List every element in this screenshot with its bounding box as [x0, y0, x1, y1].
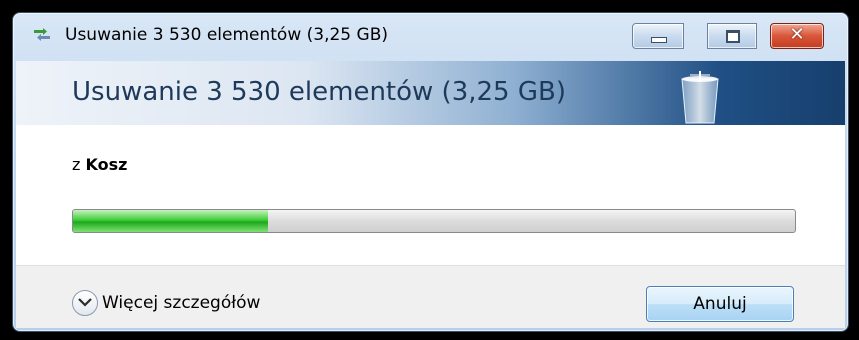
from-prefix: z — [72, 155, 81, 174]
cancel-button[interactable]: Anuluj — [646, 286, 794, 322]
dialog-footer: Więcej szczegółów Anuluj — [16, 265, 845, 328]
progress-bar — [72, 209, 796, 233]
source-folder-name: Kosz — [85, 155, 128, 174]
window-title: Usuwanie 3 530 elementów (3,25 GB) — [65, 25, 388, 45]
delete-progress-dialog: Usuwanie 3 530 elementów (3,25 GB) ✕ Usu… — [12, 12, 849, 332]
more-details-label: Więcej szczegółów — [102, 293, 261, 313]
source-location: z Kosz — [72, 155, 127, 174]
maximize-button[interactable] — [707, 23, 757, 49]
minimize-button[interactable] — [632, 23, 684, 49]
title-bar[interactable]: Usuwanie 3 530 elementów (3,25 GB) ✕ — [13, 13, 848, 59]
page-title: Usuwanie 3 530 elementów (3,25 GB) — [72, 77, 566, 107]
chevron-down-icon — [72, 290, 98, 316]
close-button[interactable]: ✕ — [770, 23, 824, 49]
dialog-content: z Kosz — [16, 125, 845, 265]
dialog-header: Usuwanie 3 530 elementów (3,25 GB) — [16, 61, 845, 125]
maximize-icon — [708, 24, 756, 48]
progress-bar-fill — [73, 210, 268, 232]
more-details-toggle[interactable]: Więcej szczegółów — [72, 288, 260, 318]
minimize-icon — [633, 24, 683, 48]
delete-transfer-icon — [34, 28, 50, 41]
close-icon: ✕ — [789, 24, 805, 45]
recycle-bin-icon — [681, 71, 719, 124]
